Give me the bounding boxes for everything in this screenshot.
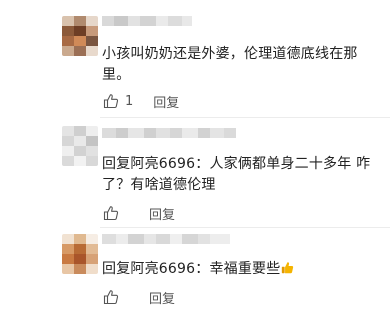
avatar[interactable] [62,126,98,166]
comment-body: 小孩叫奶奶还是外婆，伦理道德底线在那里。 [102,46,358,83]
like-button[interactable]: 1 [103,93,133,109]
comment-item: 小孩叫奶奶还是外婆，伦理道德底线在那里。 1 回复 [0,0,390,118]
comment-actions: 1 回复 [103,91,179,111]
thumbs-up-outline-icon [103,290,119,305]
thumbs-up-outline-icon [103,206,119,221]
username-blurred[interactable] [102,16,192,26]
avatar[interactable] [62,16,98,56]
username-blurred[interactable] [102,128,242,138]
comment-item: 回复阿亮6696：幸福重要些 回复 [0,228,390,322]
reply-button[interactable]: 回复 [149,204,175,223]
thumbs-up-emoji [282,262,294,274]
comment-text: 回复阿亮6696：人家俩都单身二十多年 咋了？有啥道德伦理 [102,154,378,196]
comment-body: ：幸福重要些 [195,261,281,277]
reply-target-username[interactable]: 阿亮6696 [130,156,195,172]
reply-prefix: 回复 [102,156,131,172]
comment-item: 回复阿亮6696：人家俩都单身二十多年 咋了？有啥道德伦理 回复 [0,118,390,228]
comment-actions: 回复 [103,287,175,307]
like-button[interactable] [103,289,125,305]
comment-text: 小孩叫奶奶还是外婆，伦理道德底线在那里。 [102,44,378,86]
like-count: 1 [125,93,134,109]
reply-button[interactable]: 回复 [149,288,175,307]
thumbs-up-outline-icon [103,94,119,109]
reply-button[interactable]: 回复 [153,92,179,111]
username-blurred[interactable] [102,234,230,244]
comment-actions: 回复 [103,203,175,223]
reply-prefix: 回复 [102,261,131,277]
like-button[interactable] [103,205,125,221]
reply-target-username[interactable]: 阿亮6696 [130,261,195,277]
avatar[interactable] [62,234,98,274]
comment-text: 回复阿亮6696：幸福重要些 [102,259,378,280]
